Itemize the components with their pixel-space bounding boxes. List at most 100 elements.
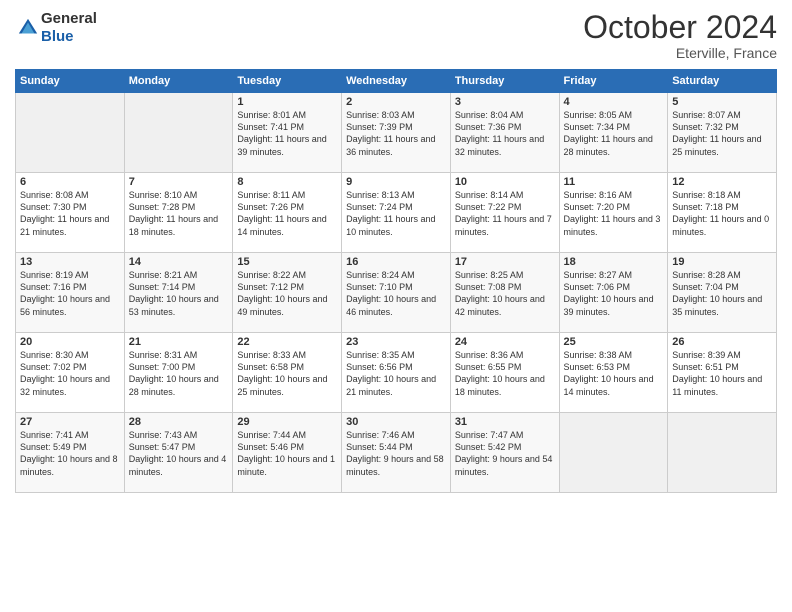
cell-4-2: 29Sunrise: 7:44 AMSunset: 5:46 PMDayligh… (233, 413, 342, 493)
cell-detail: Sunrise: 8:13 AMSunset: 7:24 PMDaylight:… (346, 189, 446, 238)
day-number: 11 (564, 176, 664, 188)
cell-detail: Sunrise: 7:43 AMSunset: 5:47 PMDaylight:… (129, 429, 229, 478)
cell-1-0: 6Sunrise: 8:08 AMSunset: 7:30 PMDaylight… (16, 173, 125, 253)
day-number: 2 (346, 96, 446, 108)
cell-detail: Sunrise: 8:30 AMSunset: 7:02 PMDaylight:… (20, 349, 120, 398)
cell-detail: Sunrise: 8:25 AMSunset: 7:08 PMDaylight:… (455, 269, 555, 318)
day-number: 1 (237, 96, 337, 108)
cell-1-6: 12Sunrise: 8:18 AMSunset: 7:18 PMDayligh… (668, 173, 777, 253)
cell-0-3: 2Sunrise: 8:03 AMSunset: 7:39 PMDaylight… (342, 93, 451, 173)
cell-3-0: 20Sunrise: 8:30 AMSunset: 7:02 PMDayligh… (16, 333, 125, 413)
cell-4-4: 31Sunrise: 7:47 AMSunset: 5:42 PMDayligh… (450, 413, 559, 493)
cell-3-6: 26Sunrise: 8:39 AMSunset: 6:51 PMDayligh… (668, 333, 777, 413)
month-title: October 2024 (583, 10, 777, 45)
day-number: 17 (455, 256, 555, 268)
day-number: 29 (237, 416, 337, 428)
cell-detail: Sunrise: 7:44 AMSunset: 5:46 PMDaylight:… (237, 429, 337, 478)
cell-4-6 (668, 413, 777, 493)
col-saturday: Saturday (668, 70, 777, 93)
cell-detail: Sunrise: 8:05 AMSunset: 7:34 PMDaylight:… (564, 109, 664, 158)
day-number: 27 (20, 416, 120, 428)
cell-3-3: 23Sunrise: 8:35 AMSunset: 6:56 PMDayligh… (342, 333, 451, 413)
logo-blue-text: Blue (41, 28, 74, 45)
day-number: 4 (564, 96, 664, 108)
logo: General Blue (15, 10, 97, 46)
cell-1-3: 9Sunrise: 8:13 AMSunset: 7:24 PMDaylight… (342, 173, 451, 253)
cell-2-2: 15Sunrise: 8:22 AMSunset: 7:12 PMDayligh… (233, 253, 342, 333)
day-number: 25 (564, 336, 664, 348)
cell-detail: Sunrise: 8:03 AMSunset: 7:39 PMDaylight:… (346, 109, 446, 158)
week-row-0: 1Sunrise: 8:01 AMSunset: 7:41 PMDaylight… (16, 93, 777, 173)
week-row-2: 13Sunrise: 8:19 AMSunset: 7:16 PMDayligh… (16, 253, 777, 333)
cell-detail: Sunrise: 8:01 AMSunset: 7:41 PMDaylight:… (237, 109, 337, 158)
cell-detail: Sunrise: 8:16 AMSunset: 7:20 PMDaylight:… (564, 189, 664, 238)
cell-1-2: 8Sunrise: 8:11 AMSunset: 7:26 PMDaylight… (233, 173, 342, 253)
cell-detail: Sunrise: 8:19 AMSunset: 7:16 PMDaylight:… (20, 269, 120, 318)
cell-detail: Sunrise: 8:07 AMSunset: 7:32 PMDaylight:… (672, 109, 772, 158)
week-row-1: 6Sunrise: 8:08 AMSunset: 7:30 PMDaylight… (16, 173, 777, 253)
col-monday: Monday (124, 70, 233, 93)
cell-0-6: 5Sunrise: 8:07 AMSunset: 7:32 PMDaylight… (668, 93, 777, 173)
cell-1-4: 10Sunrise: 8:14 AMSunset: 7:22 PMDayligh… (450, 173, 559, 253)
col-tuesday: Tuesday (233, 70, 342, 93)
calendar-page: General Blue October 2024 Eterville, Fra… (0, 0, 792, 612)
day-number: 20 (20, 336, 120, 348)
cell-0-1 (124, 93, 233, 173)
cell-1-1: 7Sunrise: 8:10 AMSunset: 7:28 PMDaylight… (124, 173, 233, 253)
day-number: 23 (346, 336, 446, 348)
cell-0-5: 4Sunrise: 8:05 AMSunset: 7:34 PMDaylight… (559, 93, 668, 173)
page-header: General Blue October 2024 Eterville, Fra… (15, 10, 777, 61)
calendar-header-row: Sunday Monday Tuesday Wednesday Thursday… (16, 70, 777, 93)
day-number: 16 (346, 256, 446, 268)
cell-detail: Sunrise: 8:39 AMSunset: 6:51 PMDaylight:… (672, 349, 772, 398)
cell-detail: Sunrise: 8:04 AMSunset: 7:36 PMDaylight:… (455, 109, 555, 158)
calendar-table: Sunday Monday Tuesday Wednesday Thursday… (15, 69, 777, 493)
cell-3-5: 25Sunrise: 8:38 AMSunset: 6:53 PMDayligh… (559, 333, 668, 413)
day-number: 6 (20, 176, 120, 188)
day-number: 15 (237, 256, 337, 268)
cell-detail: Sunrise: 8:10 AMSunset: 7:28 PMDaylight:… (129, 189, 229, 238)
cell-detail: Sunrise: 8:22 AMSunset: 7:12 PMDaylight:… (237, 269, 337, 318)
logo-general-text: General (41, 10, 97, 27)
col-friday: Friday (559, 70, 668, 93)
day-number: 31 (455, 416, 555, 428)
cell-2-3: 16Sunrise: 8:24 AMSunset: 7:10 PMDayligh… (342, 253, 451, 333)
cell-detail: Sunrise: 8:11 AMSunset: 7:26 PMDaylight:… (237, 189, 337, 238)
cell-4-3: 30Sunrise: 7:46 AMSunset: 5:44 PMDayligh… (342, 413, 451, 493)
cell-1-5: 11Sunrise: 8:16 AMSunset: 7:20 PMDayligh… (559, 173, 668, 253)
cell-detail: Sunrise: 8:35 AMSunset: 6:56 PMDaylight:… (346, 349, 446, 398)
day-number: 18 (564, 256, 664, 268)
cell-detail: Sunrise: 8:36 AMSunset: 6:55 PMDaylight:… (455, 349, 555, 398)
day-number: 10 (455, 176, 555, 188)
day-number: 22 (237, 336, 337, 348)
day-number: 5 (672, 96, 772, 108)
cell-4-0: 27Sunrise: 7:41 AMSunset: 5:49 PMDayligh… (16, 413, 125, 493)
day-number: 13 (20, 256, 120, 268)
cell-3-4: 24Sunrise: 8:36 AMSunset: 6:55 PMDayligh… (450, 333, 559, 413)
cell-3-1: 21Sunrise: 8:31 AMSunset: 7:00 PMDayligh… (124, 333, 233, 413)
day-number: 28 (129, 416, 229, 428)
cell-detail: Sunrise: 8:28 AMSunset: 7:04 PMDaylight:… (672, 269, 772, 318)
day-number: 14 (129, 256, 229, 268)
title-block: October 2024 Eterville, France (583, 10, 777, 61)
day-number: 3 (455, 96, 555, 108)
location-text: Eterville, France (583, 45, 777, 61)
day-number: 30 (346, 416, 446, 428)
col-thursday: Thursday (450, 70, 559, 93)
cell-0-0 (16, 93, 125, 173)
week-row-3: 20Sunrise: 8:30 AMSunset: 7:02 PMDayligh… (16, 333, 777, 413)
cell-detail: Sunrise: 8:21 AMSunset: 7:14 PMDaylight:… (129, 269, 229, 318)
cell-2-5: 18Sunrise: 8:27 AMSunset: 7:06 PMDayligh… (559, 253, 668, 333)
cell-2-0: 13Sunrise: 8:19 AMSunset: 7:16 PMDayligh… (16, 253, 125, 333)
col-wednesday: Wednesday (342, 70, 451, 93)
cell-detail: Sunrise: 8:24 AMSunset: 7:10 PMDaylight:… (346, 269, 446, 318)
cell-0-2: 1Sunrise: 8:01 AMSunset: 7:41 PMDaylight… (233, 93, 342, 173)
col-sunday: Sunday (16, 70, 125, 93)
cell-detail: Sunrise: 7:46 AMSunset: 5:44 PMDaylight:… (346, 429, 446, 478)
cell-detail: Sunrise: 8:31 AMSunset: 7:00 PMDaylight:… (129, 349, 229, 398)
cell-detail: Sunrise: 8:14 AMSunset: 7:22 PMDaylight:… (455, 189, 555, 238)
day-number: 24 (455, 336, 555, 348)
day-number: 7 (129, 176, 229, 188)
cell-4-1: 28Sunrise: 7:43 AMSunset: 5:47 PMDayligh… (124, 413, 233, 493)
cell-2-4: 17Sunrise: 8:25 AMSunset: 7:08 PMDayligh… (450, 253, 559, 333)
